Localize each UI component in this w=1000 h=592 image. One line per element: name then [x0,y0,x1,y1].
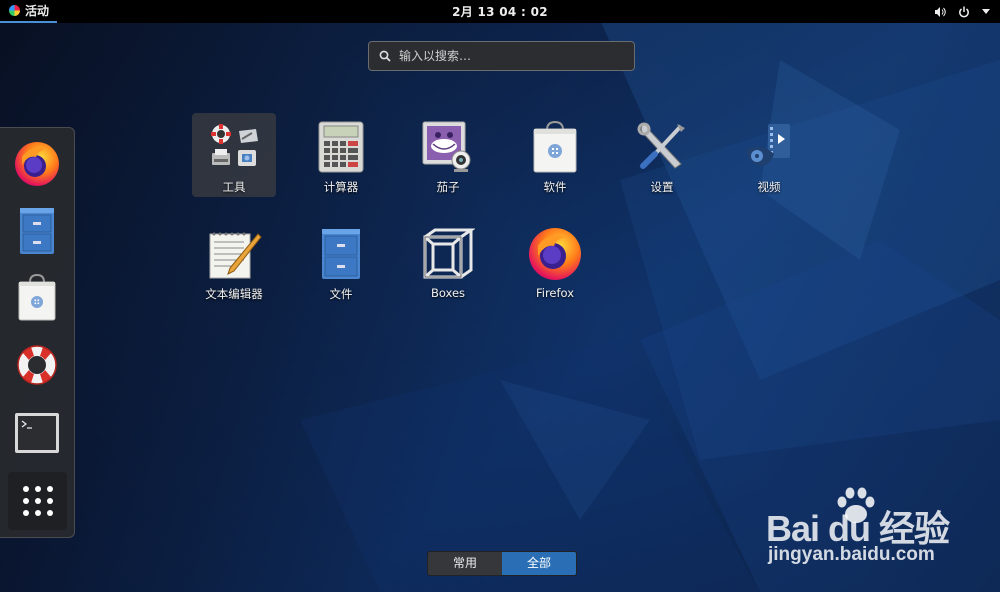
boxes-icon [420,226,476,282]
app-software[interactable]: 软件 [513,113,597,197]
help-icon [17,345,57,385]
show-apps-icon [22,486,53,516]
app-label: 文件 [329,287,353,301]
app-label: 茄子 [436,180,460,194]
app-label: 计算器 [323,180,359,194]
system-menu-arrow-icon[interactable] [982,8,990,15]
search-box[interactable] [368,41,635,71]
app-videos[interactable]: 视频 [727,113,811,197]
dock-terminal[interactable] [10,406,64,460]
show-applications-button[interactable] [8,472,67,530]
app-text-editor[interactable]: 文本编辑器 [192,220,276,304]
power-icon[interactable] [958,6,970,18]
frequent-tab[interactable]: 常用 [428,552,502,575]
search-icon [379,47,391,66]
firefox-icon [527,226,583,282]
app-files[interactable]: 文件 [299,220,383,304]
activities-label: 活动 [25,4,50,18]
app-utilities[interactable]: 工具 [192,113,276,197]
dock-help[interactable] [10,338,64,392]
volume-icon[interactable] [934,6,946,18]
dock-software[interactable] [10,271,64,325]
app-label: Firefox [535,286,575,300]
system-menu[interactable] [934,0,990,23]
videos-icon [741,119,797,175]
app-calculator[interactable]: 计算器 [299,113,383,197]
files-icon [313,226,369,282]
app-label: 工具 [222,180,246,194]
app-label: 设置 [650,180,674,194]
app-settings[interactable]: 设置 [620,113,704,197]
search-input[interactable] [399,49,619,63]
software-icon [18,274,56,321]
software-icon [527,119,583,175]
dash [0,127,75,538]
calculator-icon [313,119,369,175]
app-firefox[interactable]: Firefox [513,220,597,304]
app-boxes[interactable]: Boxes [406,220,490,304]
top-bar: 活动 2月 13 04 : 02 [0,0,1000,23]
cheese-icon [420,119,476,175]
utilities-folder-icon [206,119,262,175]
app-label: 视频 [757,180,781,194]
view-switch: 常用 全部 [427,551,577,576]
files-icon [20,208,54,254]
clock[interactable]: 2月 13 04 : 02 [452,5,548,19]
app-label: Boxes [430,286,466,300]
app-cheese[interactable]: 茄子 [406,113,490,197]
baidu-watermark: Bai du 经验 jingyan.baidu.com [766,486,966,576]
text-editor-icon [206,226,262,282]
terminal-icon [15,413,59,453]
dock-firefox[interactable] [10,137,64,191]
activities-logo-icon [9,5,20,16]
all-tab[interactable]: 全部 [502,552,576,575]
activities-button[interactable]: 活动 [0,0,58,23]
app-label: 软件 [543,180,567,194]
watermark-url: jingyan.baidu.com [768,544,935,565]
settings-icon [634,119,690,175]
dock-files[interactable] [10,204,64,258]
clock-container: 2月 13 04 : 02 [0,3,1000,20]
firefox-icon [15,142,59,186]
app-label: 文本编辑器 [205,287,263,301]
